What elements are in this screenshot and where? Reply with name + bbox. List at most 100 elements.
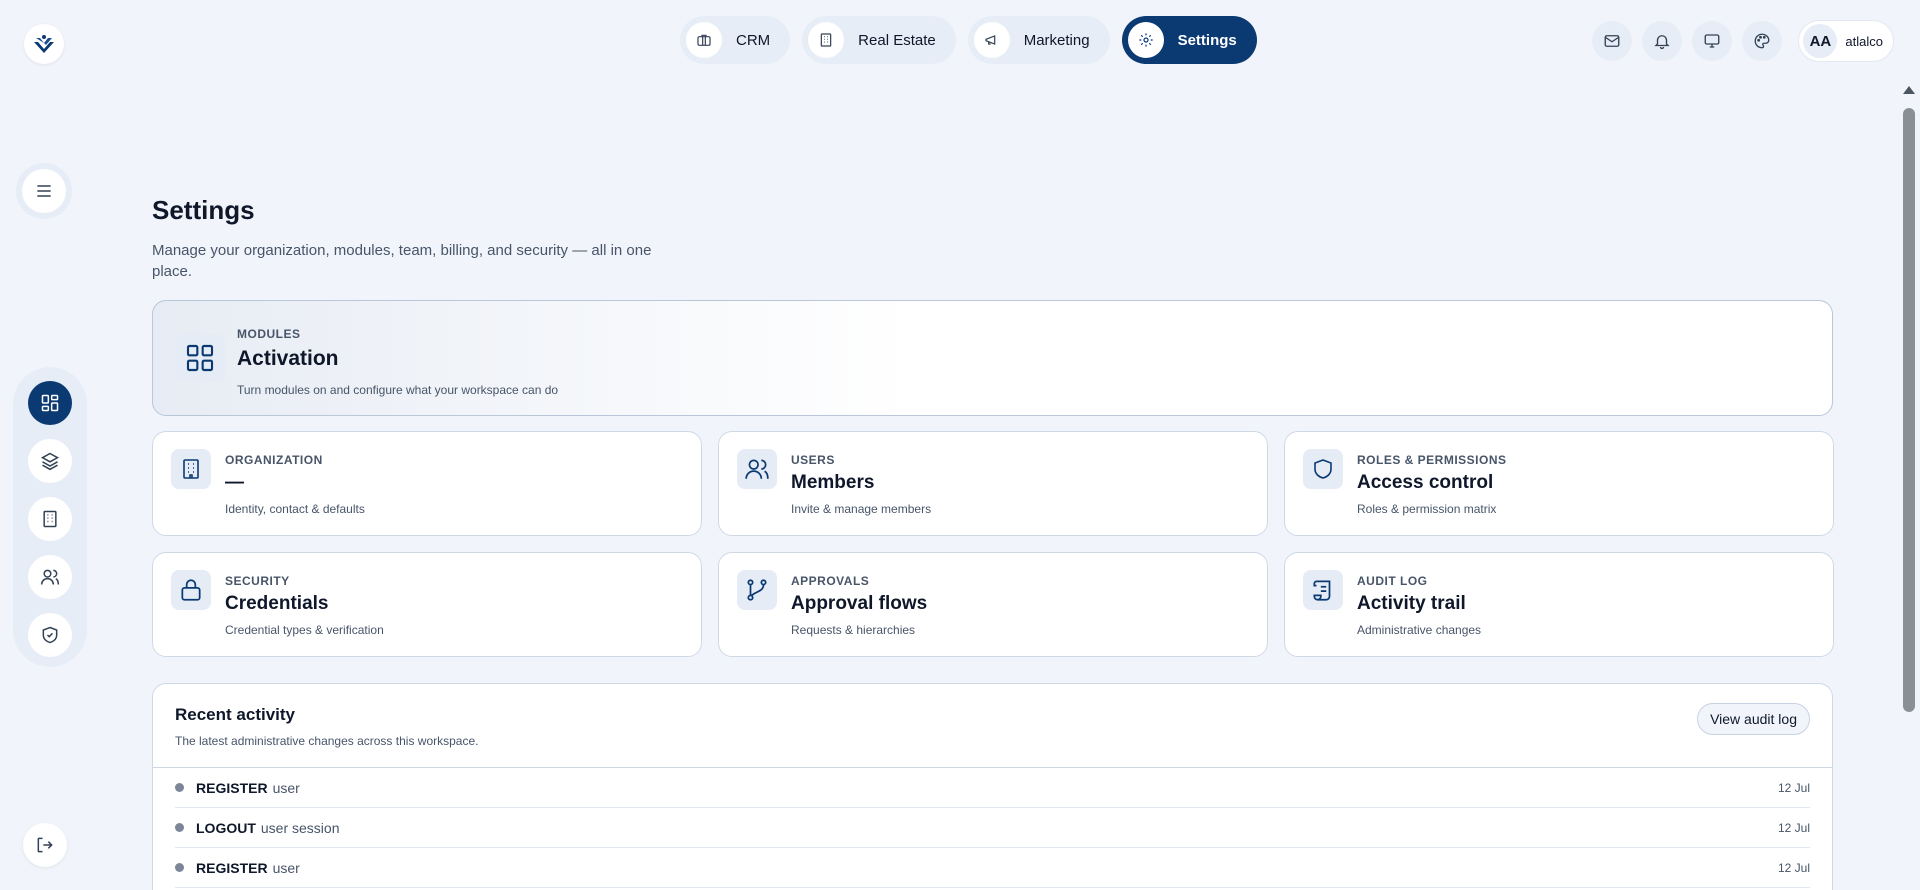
- rail-organization[interactable]: [28, 497, 72, 541]
- nav-real-estate[interactable]: Real Estate: [802, 16, 956, 64]
- grid-icon: [175, 334, 225, 382]
- card-eyebrow: ROLES & PERMISSIONS: [1357, 453, 1507, 467]
- notifications-button[interactable]: [1642, 21, 1683, 61]
- avatar: AA: [1803, 24, 1838, 58]
- logout-icon: [37, 837, 53, 853]
- card-description: Credential types & verification: [225, 623, 384, 637]
- rail-users[interactable]: [28, 555, 72, 599]
- activity-verb: REGISTER: [196, 779, 268, 796]
- lock-icon: [171, 570, 211, 610]
- scroll-up-arrow-icon[interactable]: [1903, 86, 1915, 94]
- card-description: Requests & hierarchies: [791, 623, 916, 637]
- list-item[interactable]: LOGOUT user session 12 Jul: [175, 808, 1810, 848]
- card-title: —: [225, 472, 244, 493]
- activity-date: 12 Jul: [1777, 860, 1810, 875]
- activity-object: user: [272, 859, 300, 876]
- status-dot: [175, 783, 184, 792]
- monitor-icon: [1704, 34, 1720, 48]
- nav-settings-label: Settings: [1177, 31, 1237, 49]
- activity-object: user session: [260, 819, 340, 836]
- module-nav: CRM Real Estate Marketing Settings: [680, 16, 1257, 64]
- nav-crm[interactable]: CRM: [680, 16, 791, 64]
- card-description: Turn modules on and configure what your …: [237, 383, 559, 397]
- nav-marketing[interactable]: Marketing: [967, 16, 1110, 64]
- building-icon: [43, 510, 57, 528]
- activity-verb: LOGOUT: [196, 819, 256, 836]
- scroll-icon: [1303, 570, 1343, 610]
- card-title: Activation: [237, 347, 339, 370]
- logo-icon: [34, 35, 54, 53]
- users-icon: [737, 449, 777, 489]
- status-dot: [175, 863, 184, 872]
- card-eyebrow: MODULES: [237, 327, 301, 341]
- logout-button[interactable]: [23, 823, 67, 867]
- activity-subtitle: The latest administrative changes across…: [175, 734, 479, 748]
- page-scrollbar[interactable]: [1902, 86, 1916, 890]
- shield-icon: [1303, 449, 1343, 489]
- shield-check-icon: [42, 626, 58, 644]
- card-description: Administrative changes: [1357, 623, 1482, 637]
- git-branch-icon: [737, 570, 777, 610]
- mail-icon: [1604, 35, 1620, 47]
- theme-button[interactable]: [1742, 21, 1783, 61]
- card-description: Roles & permission matrix: [1357, 502, 1497, 516]
- status-dot: [175, 823, 184, 832]
- card-eyebrow: USERS: [791, 453, 835, 467]
- megaphone-icon: [973, 22, 1010, 58]
- activity-list: REGISTER user 12 Jul LOGOUT user session…: [153, 768, 1832, 888]
- card-title: Members: [791, 472, 875, 493]
- roles-permissions-card[interactable]: ROLES & PERMISSIONS Access control Roles…: [1284, 431, 1834, 536]
- activity-header: Recent activity The latest administrativ…: [153, 684, 1832, 768]
- nav-settings[interactable]: Settings: [1121, 16, 1257, 64]
- app-logo[interactable]: [24, 24, 64, 64]
- organization-card[interactable]: ORGANIZATION — Identity, contact & defau…: [152, 431, 702, 536]
- settings-main: Settings Manage your organization, modul…: [152, 195, 1834, 890]
- page-subtitle: Manage your organization, modules, team,…: [152, 242, 652, 280]
- gear-icon: [1127, 22, 1164, 58]
- card-eyebrow: AUDIT LOG: [1357, 574, 1428, 588]
- activity-title: Recent activity: [175, 705, 295, 724]
- nav-real-estate-label: Real Estate: [858, 31, 936, 49]
- hamburger-icon: [37, 185, 51, 197]
- nav-marketing-label: Marketing: [1023, 31, 1090, 49]
- briefcase-icon: [686, 22, 722, 58]
- card-title: Access control: [1357, 472, 1494, 493]
- page-title: Settings: [152, 195, 255, 225]
- top-right-actions: AA atlalco: [1592, 20, 1894, 62]
- users-card[interactable]: USERS Members Invite & manage members: [718, 431, 1268, 536]
- approvals-card[interactable]: APPROVALS Approval flows Requests & hier…: [718, 552, 1268, 657]
- dashboard-icon: [41, 394, 59, 412]
- card-title: Credentials: [225, 593, 329, 614]
- card-title: Approval flows: [791, 593, 928, 614]
- rail-dashboard[interactable]: [28, 381, 72, 425]
- view-audit-log-button[interactable]: View audit log: [1697, 703, 1810, 735]
- menu-toggle-button[interactable]: [16, 163, 72, 219]
- side-rail: [13, 367, 87, 667]
- card-description: Invite & manage members: [791, 502, 932, 516]
- card-eyebrow: APPROVALS: [791, 574, 870, 588]
- card-eyebrow: SECURITY: [225, 574, 290, 588]
- list-item[interactable]: REGISTER user 12 Jul: [175, 848, 1810, 888]
- users-icon: [40, 569, 60, 585]
- palette-icon: [1755, 33, 1770, 49]
- display-button[interactable]: [1692, 21, 1733, 61]
- card-title: Activity trail: [1357, 593, 1466, 614]
- nav-crm-label: CRM: [736, 31, 771, 49]
- scroll-thumb[interactable]: [1903, 108, 1915, 712]
- user-menu[interactable]: AA atlalco: [1798, 20, 1894, 62]
- card-eyebrow: ORGANIZATION: [225, 453, 323, 467]
- mail-button[interactable]: [1592, 21, 1633, 61]
- card-description: Identity, contact & defaults: [225, 502, 365, 516]
- audit-log-card[interactable]: AUDIT LOG Activity trail Administrative …: [1284, 552, 1834, 657]
- modules-card[interactable]: MODULES Activation Turn modules on and c…: [152, 300, 1833, 416]
- activity-date: 12 Jul: [1777, 820, 1810, 835]
- building-icon: [808, 22, 845, 58]
- activity-object: user: [272, 779, 300, 796]
- list-item[interactable]: REGISTER user 12 Jul: [175, 768, 1810, 808]
- recent-activity-panel: Recent activity The latest administrativ…: [152, 683, 1833, 890]
- rail-security[interactable]: [28, 613, 72, 657]
- user-name: atlalco: [1845, 33, 1883, 49]
- bell-icon: [1654, 35, 1671, 50]
- security-card[interactable]: SECURITY Credentials Credential types & …: [152, 552, 702, 657]
- rail-layers[interactable]: [28, 439, 72, 483]
